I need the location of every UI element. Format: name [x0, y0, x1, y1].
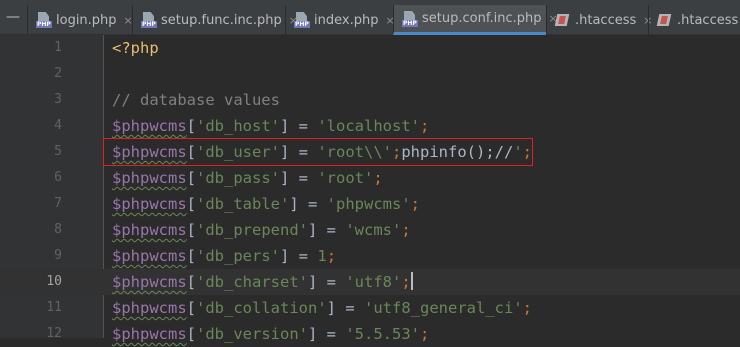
highlight-box	[103, 138, 533, 166]
tab-index-php[interactable]: PHP index.php ×	[285, 5, 395, 35]
line-number: 3	[54, 92, 62, 107]
tab-label: .htaccess	[575, 12, 637, 28]
assign-operator: =	[317, 221, 346, 239]
code-line: 9 $phpwcms['db_pers'] = 1;	[0, 243, 740, 269]
php-file-icon: PHP	[402, 10, 418, 27]
assigned-value: '5.5.53'	[345, 325, 420, 343]
code-text: $phpwcms['db_charset'] = 'utf8';	[112, 272, 413, 291]
variable: $phpwcms	[112, 117, 187, 135]
assigned-value: 'wcms'	[345, 221, 402, 239]
assigned-value: 'utf8'	[345, 273, 402, 291]
code-text: $phpwcms['db_table'] = 'phpwcms';	[112, 195, 421, 213]
htaccess-file-icon	[656, 12, 673, 28]
line-number: 7	[54, 196, 62, 211]
code-comment: // database values	[112, 91, 280, 109]
array-key: 'db_collation'	[196, 299, 327, 317]
tab-setup-func-inc-php[interactable]: PHP setup.func.inc.php ×	[132, 5, 298, 35]
assign-operator: =	[289, 247, 318, 265]
variable: $phpwcms	[112, 325, 187, 343]
tab-label: index.php	[314, 12, 379, 28]
assign-operator: =	[317, 273, 346, 291]
code-editor[interactable]: 1 <?php 2 3 // database values 4 $phpwcms['db_…	[0, 35, 740, 343]
line-number: 9	[54, 248, 62, 263]
assign-operator: =	[289, 169, 318, 187]
code-text: $phpwcms['db_version'] = '5.5.53';	[112, 325, 430, 343]
code-line: 7 $phpwcms['db_table'] = 'phpwcms';	[0, 191, 740, 217]
tab-label: setup.func.inc.php	[161, 12, 282, 28]
code-line: 11 $phpwcms['db_collation'] = 'utf8_gener…	[0, 295, 740, 321]
code-text: $phpwcms['db_pers'] = 1;	[112, 247, 337, 265]
line-number: 6	[54, 170, 62, 185]
code-text: $phpwcms['db_pass'] = 'root';	[112, 169, 383, 187]
semicolon: ;	[420, 117, 430, 135]
array-key: 'db_pers'	[196, 247, 280, 265]
semicolon: ;	[410, 195, 421, 213]
code-line: 12 $phpwcms['db_version'] = '5.5.53';	[0, 321, 740, 347]
variable: $phpwcms	[112, 169, 187, 187]
assign-operator: =	[317, 325, 346, 343]
assign-operator: =	[336, 299, 364, 317]
semicolon: ;	[401, 273, 411, 291]
line-number: 11	[46, 300, 62, 315]
array-key: 'db_prepend'	[196, 221, 308, 239]
code-line: 1 <?php	[0, 35, 740, 61]
array-key: 'db_charset'	[196, 273, 308, 291]
tab-htaccess[interactable]: .htaccess×	[546, 5, 653, 35]
code-text: $phpwcms['db_prepend'] = 'wcms';	[112, 221, 411, 239]
variable: $phpwcms	[112, 273, 187, 291]
code-line: 10 $phpwcms['db_charset'] = 'utf8';	[0, 269, 740, 295]
code-text: <?php	[112, 35, 159, 61]
code-text: $phpwcms['db_collation'] = 'utf8_general…	[112, 299, 532, 317]
line-number: 8	[54, 222, 62, 237]
htaccess-file-icon	[554, 12, 571, 28]
line-number: 4	[54, 118, 62, 133]
line-number: 1	[54, 40, 62, 55]
array-key: 'db_table'	[196, 195, 290, 213]
variable: $phpwcms	[112, 221, 187, 239]
assigned-value: 'root'	[317, 169, 374, 187]
line-number: 5	[54, 144, 62, 159]
line-number: 10	[46, 274, 62, 289]
variable: $phpwcms	[112, 299, 187, 317]
assign-operator: =	[298, 195, 327, 213]
semicolon: ;	[522, 299, 532, 317]
tab-login-php[interactable]: PHP login.php ×	[27, 5, 133, 35]
menu-icon[interactable]: —	[6, 10, 20, 24]
variable: $phpwcms	[112, 195, 187, 213]
semicolon: ;	[419, 325, 430, 343]
assign-operator: =	[289, 117, 318, 135]
semicolon: ;	[326, 247, 337, 265]
tab-label: setup.conf.inc.php	[422, 11, 542, 26]
semicolon: ;	[373, 169, 383, 187]
array-key: 'db_pass'	[196, 169, 280, 187]
assigned-value: 'localhost'	[317, 117, 420, 135]
tab-label: .htaccess	[677, 12, 739, 28]
array-key: 'db_version'	[196, 325, 308, 343]
code-text: $phpwcms['db_host'] = 'localhost';	[112, 117, 430, 135]
php-file-icon: PHP	[36, 12, 52, 28]
code-text: // database values	[112, 87, 280, 113]
line-number: 12	[46, 326, 62, 341]
php-file-icon: PHP	[294, 12, 310, 28]
code-line: 4 $phpwcms['db_host'] = 'localhost';	[0, 113, 740, 139]
php-file-icon: PHP	[141, 12, 157, 28]
tab-htaccess[interactable]: .htaccess×	[648, 5, 740, 35]
code-line: 3 // database values	[0, 87, 740, 113]
tab-setup-conf-inc-php[interactable]: PHP setup.conf.inc.php ×	[393, 5, 558, 35]
code-line: 8 $phpwcms['db_prepend'] = 'wcms';	[0, 217, 740, 243]
line-number: 2	[54, 66, 62, 81]
assigned-value: 'utf8_general_ci'	[364, 299, 523, 317]
assigned-value: 1	[317, 247, 327, 265]
text-caret	[410, 272, 413, 290]
tab-label: login.php	[56, 12, 117, 28]
semicolon: ;	[401, 221, 411, 239]
assigned-value: 'phpwcms'	[326, 195, 411, 213]
code-line: 6 $phpwcms['db_pass'] = 'root';	[0, 165, 740, 191]
variable: $phpwcms	[112, 247, 187, 265]
php-open-tag: <?php	[112, 39, 159, 57]
editor-tab-bar: — PHP login.php × PHP setup.func.inc.php × PHP…	[0, 0, 740, 35]
code-line: 2	[0, 61, 740, 87]
array-key: 'db_host'	[196, 117, 280, 135]
